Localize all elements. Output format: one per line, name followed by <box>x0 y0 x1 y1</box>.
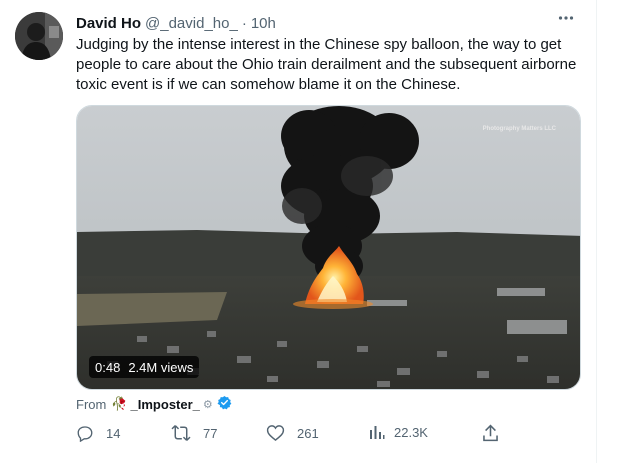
video-stats-badge: 0:48 2.4M views <box>89 356 200 378</box>
video-views: 2.4M views <box>128 359 194 375</box>
video-frame <box>77 106 580 389</box>
video-duration: 0:48 <box>95 359 121 375</box>
source-account-name: _Imposter_ <box>130 396 200 412</box>
more-button[interactable] <box>556 10 576 30</box>
author-name[interactable]: David Ho <box>76 15 141 32</box>
like-count: 261 <box>297 425 319 441</box>
source-account-link[interactable]: 🥀 _Imposter_ ⚙ <box>111 395 232 413</box>
separator-dot: · <box>241 14 247 32</box>
retweet-count: 77 <box>203 425 218 441</box>
author-handle[interactable]: @_david_ho_ <box>145 15 238 32</box>
rose-icon: 🥀 <box>111 396 128 411</box>
tweet-header: David Ho @_david_ho_ · 10h <box>76 13 570 33</box>
retweet-icon <box>171 424 191 442</box>
views-icon <box>369 424 385 440</box>
views-count: 22.3K <box>394 424 428 440</box>
action-bar: 14 77 261 22.3K <box>76 424 506 444</box>
reply-count: 14 <box>106 425 121 441</box>
share-icon <box>482 424 499 442</box>
reply-icon <box>76 424 94 442</box>
tweet-text: Judging by the intense interest in the C… <box>76 36 577 93</box>
gear-icon: ⚙ <box>202 398 213 411</box>
video-player[interactable]: Photography Matters LLC 0:48 2.4M views <box>76 105 581 390</box>
timestamp[interactable]: 10h <box>251 15 276 32</box>
views-button[interactable]: 22.3K <box>369 424 428 440</box>
from-label: From <box>76 396 107 412</box>
reply-button[interactable]: 14 <box>76 424 120 442</box>
video-watermark: Photography Matters LLC <box>482 126 556 132</box>
source-attribution: From 🥀 _Imposter_ ⚙ <box>76 395 232 413</box>
more-icon <box>557 9 575 32</box>
like-icon <box>266 424 285 442</box>
share-button[interactable] <box>482 424 499 442</box>
retweet-button[interactable]: 77 <box>171 424 217 442</box>
verified-badge-icon <box>217 395 232 413</box>
tweet-card[interactable]: David Ho @_david_ho_ · 10h Judging by th… <box>0 0 597 463</box>
like-button[interactable]: 261 <box>266 424 319 442</box>
avatar[interactable] <box>15 12 63 60</box>
